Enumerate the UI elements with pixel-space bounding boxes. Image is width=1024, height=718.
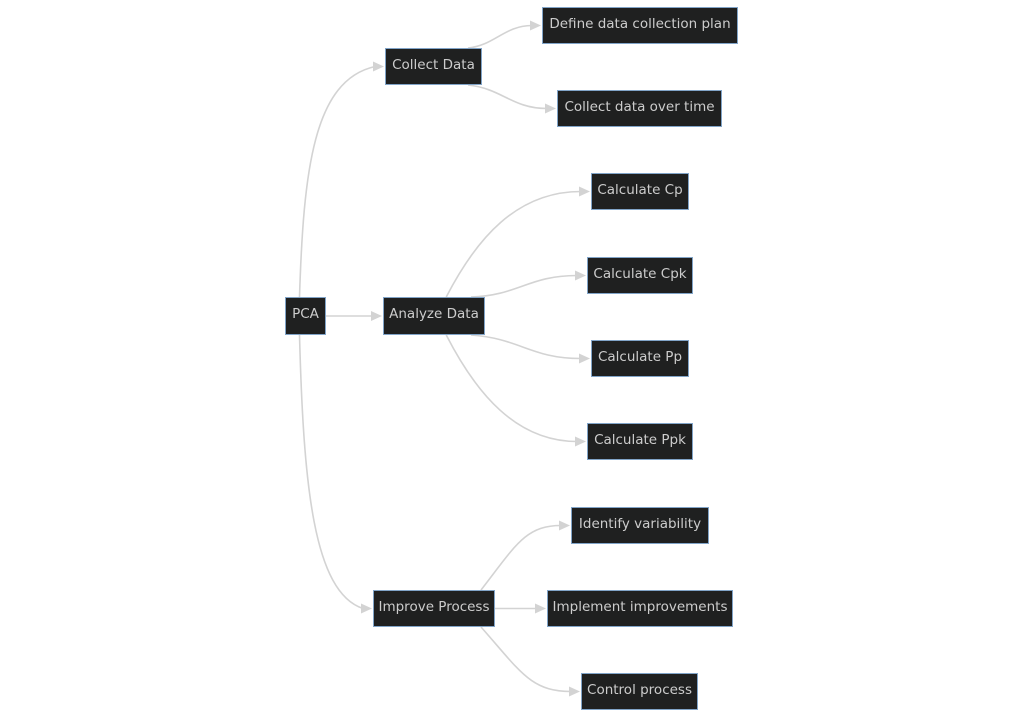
arrowhead-icon [569,686,580,697]
node-calculate-ppk[interactable]: Calculate Ppk [587,423,693,460]
edge-analyze_data-to-calc_pp [470,334,582,360]
node-label: Analyze Data [389,306,479,323]
node-label: PCA [292,306,319,323]
diagram-canvas: PCA Collect Data Analyze Data Improve Pr… [0,0,1024,718]
arrowhead-icon [361,603,372,614]
edge-collect_data-to-define_plan [467,24,533,49]
node-control-process[interactable]: Control process [581,673,698,710]
edge-pca-to-improve_process [298,334,364,610]
node-label: Calculate Cp [597,181,683,198]
node-label: Calculate Pp [597,348,683,365]
node-label: Collect Data [392,56,475,73]
arrowhead-icon [579,353,590,364]
edge-collect_data-to-collect_over_time [467,84,548,110]
node-label: Define data collection plan [549,15,731,32]
arrowhead-icon [545,103,556,114]
edge-improve_process-to-identify_variability [480,524,562,591]
node-label: Calculate Ppk [594,431,686,448]
arrowhead-icon [530,20,541,31]
edge-analyze_data-to-calc_cp [445,190,582,298]
node-label: Implement improvements [552,598,728,615]
node-pca[interactable]: PCA [285,297,326,335]
edge-improve_process-to-control_process [480,626,572,693]
node-improve-process[interactable]: Improve Process [373,590,495,627]
node-analyze-data[interactable]: Analyze Data [383,297,485,335]
node-calculate-cp[interactable]: Calculate Cp [591,173,689,210]
node-label: Identify variability [578,515,702,532]
node-calculate-cpk[interactable]: Calculate Cpk [587,257,693,294]
node-collect-data-over-time[interactable]: Collect data over time [557,90,722,127]
node-define-data-collection-plan[interactable]: Define data collection plan [542,7,738,44]
node-identify-variability[interactable]: Identify variability [571,507,709,544]
arrowhead-icon [579,186,590,197]
arrowhead-icon [575,436,586,447]
arrowhead-icon [373,61,384,72]
arrowhead-icon [559,520,570,531]
edge-analyze_data-to-calc_cpk [470,274,578,298]
arrowhead-icon [535,603,546,614]
arrowhead-icon [575,270,586,281]
node-collect-data[interactable]: Collect Data [385,48,482,85]
arrowhead-icon [371,311,382,321]
node-calculate-pp[interactable]: Calculate Pp [591,340,689,377]
node-label: Improve Process [378,598,490,615]
node-label: Control process [587,681,692,698]
node-implement-improvements[interactable]: Implement improvements [547,590,733,627]
node-label: Collect data over time [564,98,715,115]
edge-analyze_data-to-calc_ppk [445,334,578,443]
node-label: Calculate Cpk [593,265,687,282]
edges-layer [298,20,590,697]
edge-pca-to-collect_data [298,65,376,298]
